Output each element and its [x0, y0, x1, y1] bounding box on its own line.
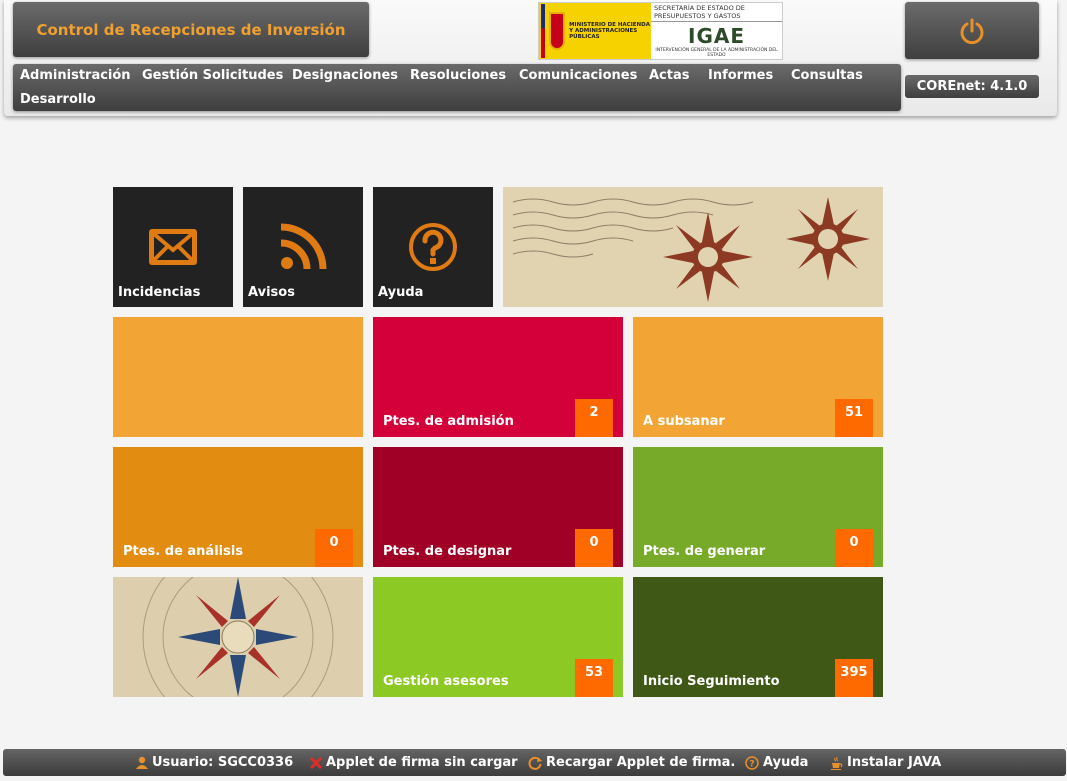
tile-gestion-asesores-label: Gestión asesores [383, 674, 509, 689]
install-java-label: Instalar JAVA [847, 755, 942, 770]
igae-subtitle: INTERVENCIÓN GENERAL DE LA ADMINISTRACIÓ… [655, 48, 778, 58]
tile-ptes-generar[interactable]: Ptes. de generar 0 [633, 447, 883, 567]
tile-inicio-seguimiento-label: Inicio Seguimiento [643, 674, 780, 689]
menu-actas[interactable]: Actas [649, 68, 690, 83]
envelope-icon [149, 229, 197, 265]
igae-mark: IGAE [688, 24, 745, 48]
flag-stripe [541, 4, 546, 58]
svg-text:?: ? [749, 759, 754, 769]
footer-help-label: Ayuda [763, 755, 809, 770]
main-menu: Administración Gestión Solicitudes Desig… [13, 64, 901, 111]
install-java-link[interactable]: Instalar JAVA [829, 755, 941, 770]
status-bar: Usuario: SGCC0336 Applet de firma sin ca… [3, 749, 1066, 776]
tile-incidencias[interactable]: Incidencias [113, 187, 233, 307]
tile-ptes-analisis-label: Ptes. de análisis [123, 544, 244, 559]
tile-ptes-analisis-count: 0 [315, 529, 353, 567]
menu-designaciones[interactable]: Designaciones [292, 68, 398, 83]
menu-consultas[interactable]: Consultas [791, 68, 863, 83]
power-icon [960, 18, 984, 44]
reload-applet-label: Recargar Applet de firma. [546, 755, 736, 770]
menu-desarrollo[interactable]: Desarrollo [20, 92, 96, 107]
refresh-icon [528, 756, 542, 770]
igae-logo: SECRETARÍA DE ESTADO DE PRESUPUESTOS Y G… [651, 3, 782, 59]
tile-ptes-generar-count: 0 [835, 529, 873, 567]
tile-ptes-analisis[interactable]: Ptes. de análisis 0 [113, 447, 363, 567]
tile-ayuda-label: Ayuda [378, 285, 424, 300]
menu-gestion-solicitudes[interactable]: Gestión Solicitudes [142, 68, 283, 83]
secretaria-text: SECRETARÍA DE ESTADO DE PRESUPUESTOS Y G… [651, 3, 782, 22]
coat-of-arms-icon [549, 12, 566, 50]
tile-ayuda[interactable]: Ayuda [373, 187, 493, 307]
footer-help-link[interactable]: ? Ayuda [745, 755, 808, 770]
menu-informes[interactable]: Informes [708, 68, 773, 83]
tile-ptes-admision-label: Ptes. de admisión [383, 414, 514, 429]
manuscript-banner-image [503, 187, 883, 307]
java-cup-icon [831, 756, 843, 770]
tile-inicio-seguimiento-count: 395 [835, 659, 873, 697]
version-badge: COREnet: 4.1.0 [905, 75, 1039, 98]
header: Control de Recepciones de Inversión MINI… [4, 0, 1057, 116]
ministry-logo: MINISTERIO DE HACIENDA Y ADMINISTRACIONE… [539, 3, 651, 59]
rss-icon [280, 223, 327, 270]
question-icon [409, 223, 457, 271]
menu-administracion[interactable]: Administración [20, 68, 131, 83]
user-indicator: Usuario: SGCC0336 [136, 755, 293, 770]
tile-ptes-admision-count: 2 [575, 399, 613, 437]
user-label: Usuario: SGCC0336 [152, 755, 294, 770]
help-circle-icon: ? [745, 755, 759, 770]
tile-ptes-admision[interactable]: Ptes. de admisión 2 [373, 317, 623, 437]
tile-ptes-designar-count: 0 [575, 529, 613, 567]
tile-avisos[interactable]: Avisos [243, 187, 363, 307]
applet-status: Applet de firma sin cargar [310, 755, 518, 770]
tile-ptes-generar-label: Ptes. de generar [643, 544, 766, 559]
manuscript-rose-illustration [113, 577, 363, 697]
tile-blank-orange[interactable] [113, 317, 363, 437]
tile-gestion-asesores[interactable]: Gestión asesores 53 [373, 577, 623, 697]
app-title: Control de Recepciones de Inversión [13, 2, 369, 57]
government-logo: MINISTERIO DE HACIENDA Y ADMINISTRACIONE… [538, 2, 783, 60]
tile-a-subsanar-label: A subsanar [643, 414, 725, 429]
tile-avisos-label: Avisos [248, 285, 295, 300]
manuscript-illustration [503, 187, 883, 307]
error-x-icon [310, 756, 322, 769]
ministry-text: MINISTERIO DE HACIENDA Y ADMINISTRACIONE… [569, 22, 650, 40]
logout-button[interactable] [905, 2, 1039, 59]
tile-gestion-asesores-count: 53 [575, 659, 613, 697]
menu-comunicaciones[interactable]: Comunicaciones [519, 68, 637, 83]
tile-a-subsanar-count: 51 [835, 399, 873, 437]
tile-ptes-designar-label: Ptes. de designar [383, 544, 512, 559]
tile-a-subsanar[interactable]: A subsanar 51 [633, 317, 883, 437]
applet-status-label: Applet de firma sin cargar [326, 755, 518, 770]
tile-incidencias-label: Incidencias [118, 285, 201, 300]
tile-inicio-seguimiento[interactable]: Inicio Seguimiento 395 [633, 577, 883, 697]
manuscript-rose-image [113, 577, 363, 697]
tile-ptes-designar[interactable]: Ptes. de designar 0 [373, 447, 623, 567]
menu-resoluciones[interactable]: Resoluciones [410, 68, 506, 83]
user-icon [136, 756, 148, 769]
reload-applet-link[interactable]: Recargar Applet de firma. [528, 755, 735, 770]
